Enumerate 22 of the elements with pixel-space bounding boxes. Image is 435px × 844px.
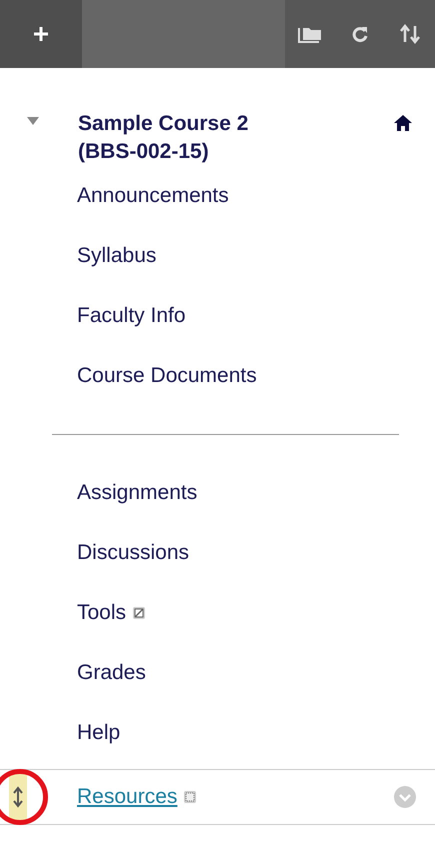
folder-icon	[298, 25, 322, 43]
menu-link[interactable]: Announcements	[77, 184, 229, 208]
home-icon[interactable]	[393, 114, 413, 132]
dotted-box-icon	[183, 790, 198, 804]
menu-row[interactable]: Resources	[0, 769, 435, 825]
menu-link[interactable]: Grades	[77, 661, 146, 685]
drag-handle[interactable]	[9, 774, 27, 820]
menu-link[interactable]: Resources	[77, 785, 178, 809]
menu-link[interactable]: Tools	[77, 601, 126, 625]
refresh-icon	[351, 25, 369, 43]
up-down-arrows-icon	[399, 24, 421, 44]
hidden-box-icon	[132, 606, 146, 620]
plus-icon	[32, 25, 50, 43]
menu-link[interactable]: Help	[77, 721, 120, 745]
menu-link[interactable]: Discussions	[77, 541, 190, 565]
highlight-circle	[0, 769, 48, 825]
menu-link[interactable]: Syllabus	[77, 244, 156, 268]
course-title[interactable]: Sample Course 2 (BBS-002-15)	[78, 110, 278, 166]
menu-link[interactable]: Course Documents	[77, 364, 257, 388]
menu-link[interactable]: Faculty Info	[77, 304, 186, 328]
collapse-caret-icon[interactable]	[26, 116, 40, 126]
menu-link[interactable]: Assignments	[77, 481, 198, 505]
